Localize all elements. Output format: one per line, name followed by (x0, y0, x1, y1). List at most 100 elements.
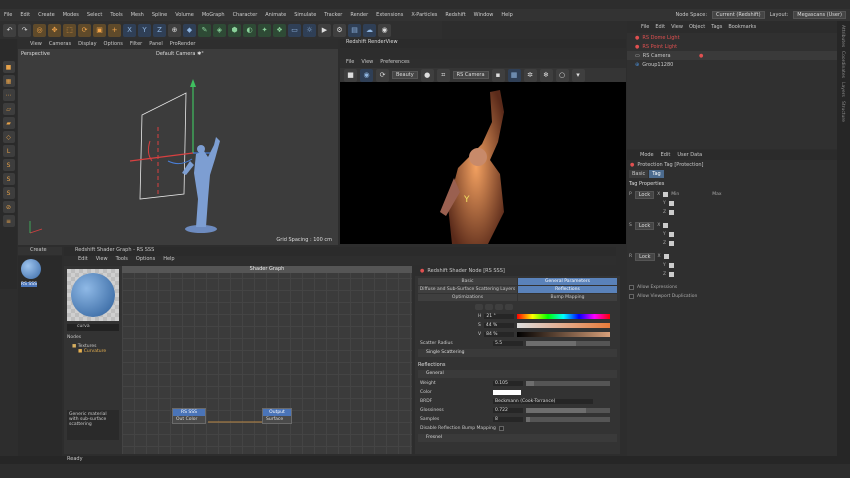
menu-edit[interactable]: Edit (16, 12, 34, 18)
node-search-input[interactable]: curva (67, 324, 119, 331)
polygons-mode-icon[interactable]: ▰ (2, 117, 15, 129)
vp-menu-view[interactable]: View (30, 41, 42, 47)
menu-tools[interactable]: Tools (106, 12, 126, 18)
single-scattering-section[interactable]: Single Scattering (418, 349, 617, 357)
vp-menu-display[interactable]: Display (78, 41, 96, 47)
uv-mode-icon[interactable]: ◇ (2, 131, 15, 143)
snapshot-icon[interactable]: ● (420, 68, 434, 82)
disable-bump-row[interactable]: Disable Reflection Bump Mapping (415, 424, 620, 433)
menu-create[interactable]: Create (34, 12, 59, 18)
hue-value[interactable]: 21 ° (484, 314, 515, 319)
tab-reflections[interactable]: Reflections (518, 286, 617, 293)
param-slider[interactable] (526, 408, 610, 413)
x-axis-icon[interactable]: X (123, 23, 136, 37)
checkbox[interactable] (668, 263, 674, 268)
vp-menu-filter[interactable]: Filter (130, 41, 142, 47)
rv-menu-view[interactable]: View (361, 59, 373, 68)
undo-icon[interactable]: ↶ (3, 23, 16, 37)
checkbox[interactable] (669, 241, 675, 246)
saturation-slider[interactable] (516, 323, 610, 328)
object-row-dome-light[interactable]: ● RS Dome Light (627, 33, 837, 42)
texture-mode-icon[interactable]: ▦ (2, 75, 15, 87)
om-menu-edit[interactable]: Edit (655, 24, 665, 30)
live-select-icon[interactable]: ◎ (33, 23, 46, 37)
object-row-point-light[interactable]: ● RS Point Light (627, 42, 837, 51)
scatter-radius-value[interactable]: 5.5 (493, 341, 523, 346)
checkbox[interactable] (663, 192, 669, 197)
vp-menu-cameras[interactable]: Cameras (49, 41, 71, 47)
tab-bump-mapping[interactable]: Bump Mapping (518, 294, 617, 301)
am-menu-mode[interactable]: Mode (640, 152, 654, 158)
layout-dropdown[interactable]: Megascans (User) (793, 11, 846, 19)
tab-basic[interactable]: Basic (418, 278, 517, 285)
snap-icon[interactable]: S (2, 159, 15, 171)
bulb-icon[interactable]: ◉ (378, 23, 391, 37)
param-slider[interactable] (526, 381, 610, 386)
value-value[interactable]: 84 % (484, 332, 515, 337)
lock-icon[interactable]: ⊘ (2, 201, 15, 213)
checkbox[interactable] (663, 254, 669, 259)
render-view-icon[interactable]: ▶ (318, 23, 331, 37)
menu-mograph[interactable]: MoGraph (198, 12, 229, 18)
shader-graph-canvas[interactable]: Shader Graph RS SSS Out Color Output Surfa… (122, 266, 412, 454)
checkbox[interactable] (663, 223, 669, 228)
aov-dropdown[interactable]: Beauty (392, 71, 418, 79)
tab-coordinates[interactable]: Coordinates (840, 51, 845, 78)
om-menu-view[interactable]: View (671, 24, 683, 30)
more-icon[interactable]: ▾ (571, 68, 585, 82)
menu-character[interactable]: Character (229, 12, 262, 18)
rv-menu-preferences[interactable]: Preferences (380, 59, 409, 68)
camera-icon[interactable]: ▭ (288, 23, 301, 37)
render-image[interactable]: Y (340, 82, 626, 244)
lock-dropdown[interactable]: Lock (634, 221, 655, 230)
rotate-icon[interactable]: ⟳ (78, 23, 91, 37)
menu-tracker[interactable]: Tracker (320, 12, 346, 18)
output-node[interactable]: Output Surface (262, 408, 292, 424)
snap-settings-icon[interactable]: S (2, 173, 15, 185)
menu-mesh[interactable]: Mesh (127, 12, 148, 18)
grid-icon[interactable]: ≡ (2, 215, 15, 227)
postfx-icon[interactable]: ✲ (523, 68, 537, 82)
y-axis-icon[interactable]: Y (138, 23, 151, 37)
snow-icon[interactable]: ❄ (539, 68, 553, 82)
menu-file[interactable]: File (0, 12, 16, 18)
checkbox[interactable] (668, 201, 674, 206)
menu-simulate[interactable]: Simulate (290, 12, 320, 18)
vp-menu-prorender[interactable]: ProRender (170, 41, 196, 47)
bucket-icon[interactable]: ▦ (507, 68, 521, 82)
eyedropper-icon[interactable] (505, 304, 513, 310)
checkbox[interactable] (669, 210, 675, 215)
coordinate-system-icon[interactable]: ⊕ (168, 23, 181, 37)
menu-volume[interactable]: Volume (171, 12, 198, 18)
menu-window[interactable]: Window (470, 12, 498, 18)
tab-optimizations[interactable]: Optimizations (418, 294, 517, 301)
allow-viewport-duplication-row[interactable]: Allow Viewport Duplication (627, 292, 837, 301)
cube-icon[interactable]: ◆ (183, 23, 196, 37)
node-port-out-color[interactable]: Out Color (173, 416, 205, 423)
material-menu-create[interactable]: Create (18, 247, 62, 255)
axis-mode-icon[interactable]: L (2, 145, 15, 157)
allow-expressions-row[interactable]: Allow Expressions (627, 283, 837, 292)
axis-icon[interactable]: + (108, 23, 121, 37)
object-row-camera[interactable]: ▭ RS Camera ● (627, 51, 837, 60)
swatch-icon[interactable] (475, 304, 483, 310)
ipr-icon[interactable]: ◉ (360, 68, 373, 82)
edges-mode-icon[interactable]: ▱ (2, 103, 15, 115)
checkbox[interactable] (498, 426, 504, 431)
circle-icon[interactable]: ○ (555, 68, 569, 82)
checkbox[interactable] (668, 232, 674, 237)
menu-animate[interactable]: Animate (261, 12, 290, 18)
om-menu-object[interactable]: Object (689, 24, 705, 30)
scale-icon[interactable]: ⬚ (63, 23, 76, 37)
stop-icon[interactable]: ■ (344, 68, 357, 82)
menu-extensions[interactable]: Extensions (372, 12, 407, 18)
general-section[interactable]: General (418, 370, 617, 378)
material-thumbnail[interactable] (21, 259, 41, 279)
color-swatch[interactable] (493, 390, 521, 395)
workplane-icon[interactable]: S (2, 187, 15, 199)
tab-attributes[interactable]: Attributes (840, 25, 845, 47)
scatter-radius-slider[interactable] (526, 341, 610, 346)
tab-tag[interactable]: Tag (649, 170, 664, 178)
hue-slider[interactable] (517, 314, 610, 319)
tab-diffuse-sss[interactable]: Diffuse and Sub-Surface Scattering Layer… (418, 286, 517, 293)
